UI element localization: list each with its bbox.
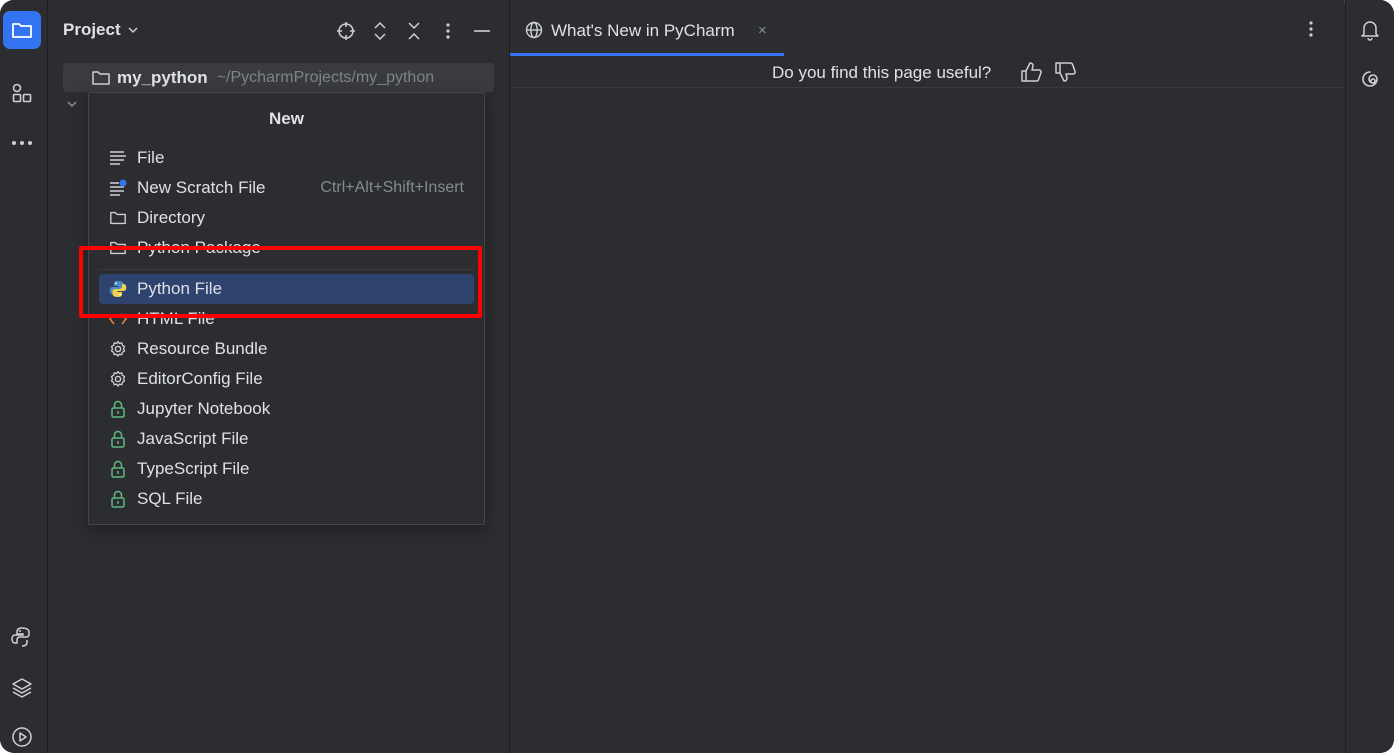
menu-item-label: File (137, 148, 165, 167)
lock-icon (109, 490, 127, 508)
editor-tab-bar: What's New in PyCharm × (510, 0, 1344, 57)
expand-all-icon (374, 21, 386, 41)
ide-window: Project my_python ~/PycharmProjects/my_p… (0, 0, 1394, 753)
feedback-banner: Do you find this page useful? (510, 56, 1344, 88)
menu-item-new-scratch-file[interactable]: New Scratch File Ctrl+Alt+Shift+Insert (99, 173, 474, 203)
editor-content[interactable] (510, 88, 1344, 753)
menu-item-label: Resource Bundle (137, 339, 268, 358)
menu-item-javascript-file[interactable]: JavaScript File (99, 424, 474, 454)
python-console-button[interactable] (3, 618, 41, 656)
packages-button[interactable] (3, 668, 41, 706)
editor-area: What's New in PyCharm × Do you find this… (510, 0, 1344, 753)
menu-separator (99, 269, 474, 270)
project-panel-title: Project (63, 20, 121, 39)
menu-item-label: Directory (137, 208, 206, 227)
panel-options-button[interactable] (436, 19, 460, 43)
more-vertical-icon[interactable] (1308, 20, 1314, 38)
html-icon (109, 310, 127, 328)
lock-icon (109, 430, 127, 448)
structure-tool-button[interactable] (3, 74, 41, 112)
thumbs-up-icon[interactable] (1020, 61, 1044, 83)
thumbs-down-icon[interactable] (1054, 61, 1078, 83)
gear-icon (109, 370, 127, 388)
chevron-down-icon[interactable] (66, 100, 78, 108)
menu-item-file[interactable]: File (99, 143, 474, 173)
collapse-all-icon (408, 22, 420, 40)
expand-all-button[interactable] (368, 19, 392, 43)
menu-item-label: HTML File (137, 309, 215, 328)
feedback-question: Do you find this page useful? (772, 63, 992, 82)
menu-item-label: TypeScript File (137, 459, 250, 478)
globe-icon (525, 21, 543, 39)
menu-item-python-file[interactable]: Python File (99, 274, 474, 304)
folder-icon (12, 23, 32, 38)
tab-label: What's New in PyCharm (551, 21, 735, 40)
menu-item-label: Python File (137, 279, 223, 298)
lock-icon (109, 460, 127, 478)
menu-item-label: EditorConfig File (137, 369, 263, 388)
notifications-button[interactable] (1351, 11, 1389, 49)
right-tool-strip (1345, 0, 1394, 753)
menu-item-python-package[interactable]: Python Package (99, 233, 474, 263)
project-tool-button[interactable] (3, 11, 41, 49)
collapse-all-button[interactable] (402, 19, 426, 43)
chevron-down-icon (128, 27, 138, 34)
menu-item-jupyter-notebook[interactable]: Jupyter Notebook (99, 394, 474, 424)
project-root-path: ~/PycharmProjects/my_python (216, 68, 435, 86)
menu-item-label: Jupyter Notebook (137, 399, 271, 418)
popup-title: New (269, 109, 304, 128)
menu-item-label: Python Package (137, 238, 261, 257)
menu-item-shortcut: Ctrl+Alt+Shift+Insert (320, 179, 464, 196)
project-root-name: my_python (117, 67, 208, 87)
left-tool-strip (0, 0, 48, 753)
bell-icon (1361, 21, 1379, 41)
menu-item-sql-file[interactable]: SQL File (99, 484, 474, 514)
menu-item-html-file[interactable]: HTML File (99, 304, 474, 334)
python-icon (109, 280, 127, 298)
more-horizontal-icon (12, 141, 32, 145)
services-button[interactable] (3, 718, 41, 753)
folder-icon (109, 209, 127, 227)
menu-item-typescript-file[interactable]: TypeScript File (99, 454, 474, 484)
run-services-icon (12, 727, 32, 747)
text-file-icon (109, 149, 127, 167)
menu-item-editorconfig-file[interactable]: EditorConfig File (99, 364, 474, 394)
menu-item-label: New Scratch File (137, 178, 266, 197)
more-tools-button[interactable] (3, 124, 41, 162)
structure-icon (12, 83, 32, 103)
crosshair-icon (337, 22, 355, 40)
package-folder-icon (109, 239, 127, 257)
menu-item-label: SQL File (137, 489, 203, 508)
layers-icon (12, 678, 32, 698)
gear-icon (109, 340, 127, 358)
menu-item-label: JavaScript File (137, 429, 249, 448)
locate-file-button[interactable] (334, 19, 358, 43)
hide-panel-button[interactable] (470, 19, 494, 43)
tab-whats-new[interactable]: What's New in PyCharm × (510, 0, 784, 56)
minimize-icon (474, 30, 490, 32)
lock-icon (109, 400, 127, 418)
menu-item-resource-bundle[interactable]: Resource Bundle (99, 334, 474, 364)
new-file-popup: New File New Scratch File Ctrl+Alt+Shift… (88, 92, 485, 525)
close-icon[interactable]: × (758, 22, 767, 39)
scratch-file-icon (109, 179, 127, 197)
menu-item-directory[interactable]: Directory (99, 203, 474, 233)
project-root-node[interactable]: my_python ~/PycharmProjects/my_python (63, 63, 494, 92)
ai-assistant-icon (1362, 71, 1378, 87)
folder-icon (92, 70, 110, 85)
ai-assistant-button[interactable] (1351, 60, 1389, 98)
project-view-selector[interactable]: Project (63, 20, 139, 40)
more-vertical-icon (446, 23, 450, 39)
python-console-icon (11, 627, 30, 647)
